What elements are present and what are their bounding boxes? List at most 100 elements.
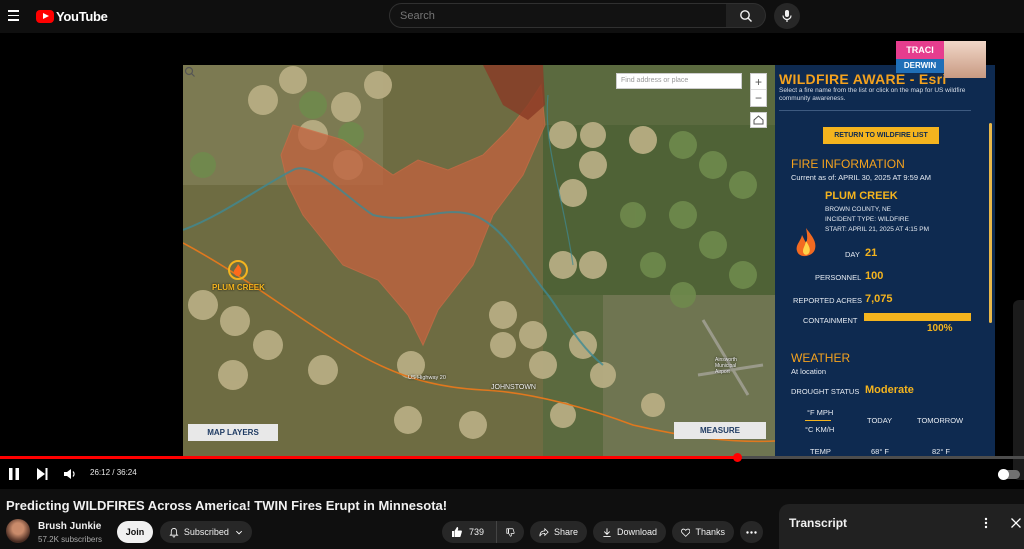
wildfire-map[interactable]: PLUM CREEK JOHNSTOWN US Highway 20 Ainsw… <box>183 65 775 456</box>
youtube-play-icon <box>36 9 54 23</box>
map-search-input[interactable]: Find address or place <box>616 73 742 89</box>
presenter-last-name: DERWIN <box>896 59 944 73</box>
unit-metric-option[interactable]: °C KM/H <box>805 425 834 434</box>
channel-name[interactable]: Brush Junkie <box>38 521 101 532</box>
presenter-overlay: TRACI DERWIN <box>896 41 986 78</box>
personnel-value: 100 <box>865 270 884 282</box>
current-as-of: Current as of: APRIL 30, 2025 AT 9:59 AM <box>791 173 931 182</box>
close-icon[interactable] <box>1010 517 1022 529</box>
autoplay-knob <box>998 469 1009 480</box>
satellite-imagery <box>183 65 775 456</box>
download-button[interactable]: Download <box>593 521 666 543</box>
measure-button[interactable]: MEASURE <box>674 422 766 439</box>
panel-subtitle: Select a fire name from the list or clic… <box>779 87 966 102</box>
transcript-title: Transcript <box>789 516 848 530</box>
acres-value: 7,075 <box>865 293 893 305</box>
fire-county: BROWN COUNTY, NE <box>825 206 891 213</box>
drought-label: DROUGHT STATUS <box>791 387 860 396</box>
map-layers-button[interactable]: MAP LAYERS <box>188 424 278 441</box>
home-icon <box>753 115 764 125</box>
more-actions-button[interactable] <box>740 521 763 543</box>
fire-info-heading: FIRE INFORMATION <box>791 157 905 171</box>
airport-label: Ainsworth Municipal Airport <box>715 357 737 375</box>
personnel-label: PERSONNEL <box>815 273 862 282</box>
search-box <box>389 3 727 28</box>
autoplay-toggle[interactable] <box>998 469 1020 480</box>
fire-name: PLUM CREEK <box>825 190 898 202</box>
panel-scrollbar[interactable] <box>989 123 992 323</box>
youtube-logo[interactable]: YouTube <box>36 8 108 24</box>
subscribed-label: Subscribed <box>183 527 229 537</box>
day-label: DAY <box>845 250 860 259</box>
home-button[interactable] <box>750 112 767 128</box>
road-label: US Highway 20 <box>408 375 446 381</box>
map-search-icon[interactable] <box>183 65 197 79</box>
day-value: 21 <box>865 247 878 259</box>
next-video-icon[interactable] <box>35 467 49 481</box>
video-content: PLUM CREEK JOHNSTOWN US Highway 20 Ainsw… <box>183 65 995 456</box>
volume-icon[interactable] <box>63 467 77 481</box>
thumbs-up-icon <box>452 527 462 537</box>
like-count: 739 <box>469 527 485 537</box>
containment-bar <box>864 313 971 321</box>
acres-label: REPORTED ACRES <box>793 296 863 305</box>
temp-label: TEMP <box>810 447 831 456</box>
zoom-out-button[interactable]: − <box>751 90 766 106</box>
video-title: Predicting WILDFIRES Across America! TWI… <box>6 498 448 513</box>
containment-value: 100% <box>927 323 953 334</box>
chevron-down-icon <box>235 530 242 534</box>
presenter-photo <box>944 41 986 78</box>
logo-text: YouTube <box>56 8 108 24</box>
search-input[interactable] <box>390 4 726 27</box>
bell-icon <box>169 527 179 537</box>
thumbs-down-icon <box>506 527 515 537</box>
dislike-button[interactable] <box>496 521 524 543</box>
transcript-panel: Transcript <box>779 504 1024 549</box>
zoom-in-button[interactable]: + <box>751 74 766 90</box>
wildfire-info-panel: WILDFIRE AWARE - Esri Select a fire name… <box>775 65 995 456</box>
fire-marker-label: PLUM CREEK <box>212 283 265 292</box>
join-button[interactable]: Join <box>117 521 153 543</box>
share-icon <box>539 527 549 536</box>
tomorrow-header: TOMORROW <box>917 416 964 425</box>
thanks-heart-icon <box>681 528 691 537</box>
containment-label: CONTAINMENT <box>803 316 858 325</box>
at-location: At location <box>791 367 827 376</box>
temp-tomorrow: 82° F <box>932 447 951 456</box>
thanks-button[interactable]: Thanks <box>672 521 734 543</box>
drought-value: Moderate <box>865 384 914 396</box>
side-action-rail[interactable] <box>1013 300 1024 480</box>
share-label: Share <box>553 527 578 537</box>
download-label: Download <box>616 527 657 537</box>
town-label: JOHNSTOWN <box>491 384 536 391</box>
unit-imperial-option[interactable]: °F MPH <box>807 408 833 417</box>
menu-icon[interactable] <box>8 10 19 21</box>
like-button[interactable]: 739 <box>442 521 496 543</box>
temp-today: 68° F <box>871 447 890 456</box>
return-to-list-button[interactable]: RETURN TO WILDFIRE LIST <box>823 127 939 144</box>
zoom-controls: + − <box>750 73 767 107</box>
fire-icon <box>796 228 816 257</box>
voice-search-button[interactable] <box>774 3 800 29</box>
top-bar: YouTube <box>0 0 1024 33</box>
search-icon <box>740 10 752 22</box>
subscribed-button[interactable]: Subscribed <box>160 521 252 543</box>
search-button[interactable] <box>726 3 766 28</box>
incident-type: INCIDENT TYPE: WILDFIRE <box>825 216 909 223</box>
weather-heading: WEATHER <box>791 351 851 365</box>
more-horizontal-icon <box>746 530 757 534</box>
today-header: TODAY <box>867 416 893 425</box>
fire-start: START: APRIL 21, 2025 AT 4:15 PM <box>825 226 930 233</box>
player-controls: 26:12 / 36:24 <box>0 459 1024 489</box>
unit-selected-indicator <box>805 420 831 421</box>
presenter-first-name: TRACI <box>896 41 944 59</box>
video-player[interactable]: PLUM CREEK JOHNSTOWN US Highway 20 Ainsw… <box>0 33 1024 489</box>
time-display: 26:12 / 36:24 <box>90 468 137 477</box>
download-icon <box>603 527 611 537</box>
channel-avatar[interactable] <box>6 519 30 543</box>
subscriber-count: 57.2K subscribers <box>38 535 103 544</box>
share-button[interactable]: Share <box>530 521 587 543</box>
more-vertical-icon[interactable] <box>984 517 988 529</box>
thanks-label: Thanks <box>695 527 725 537</box>
pause-icon[interactable] <box>7 467 21 481</box>
